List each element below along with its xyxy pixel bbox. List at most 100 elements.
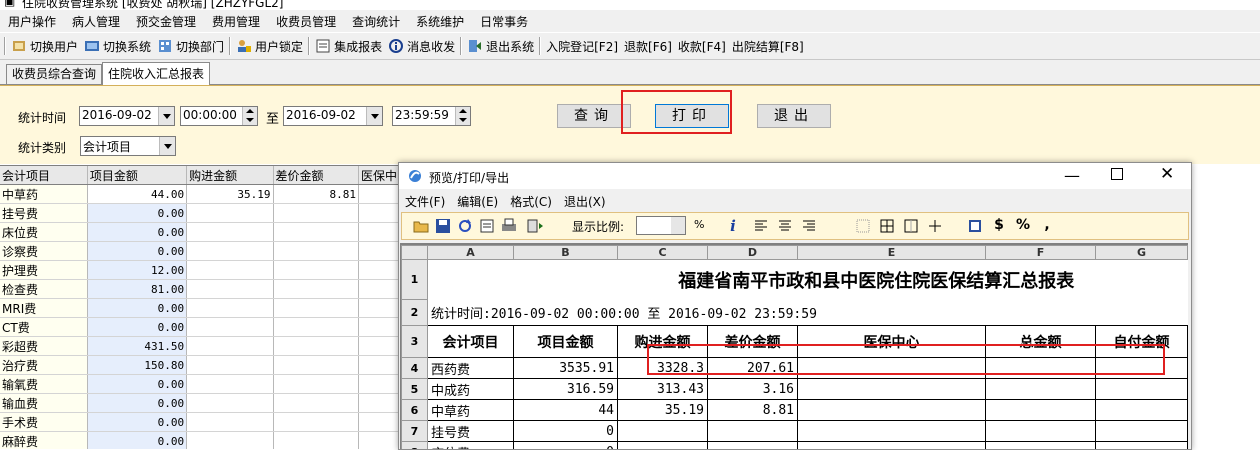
print-preview-icon[interactable] xyxy=(478,217,496,235)
grid-cell[interactable] xyxy=(273,260,359,280)
report-cell[interactable]: 0 xyxy=(513,420,618,442)
table-row[interactable]: 床位费 0.00 xyxy=(0,222,400,242)
grid-cell[interactable] xyxy=(273,279,359,299)
date-from-picker[interactable]: 2016-09-02 xyxy=(79,106,175,126)
chevron-down-icon[interactable] xyxy=(158,107,174,125)
grid-cell[interactable]: 床位费 xyxy=(0,222,88,242)
grid-col-header[interactable]: 项目金额 xyxy=(87,166,188,185)
grid-cell[interactable] xyxy=(186,412,274,432)
grid-cell[interactable] xyxy=(186,374,274,394)
preview-menu-exit[interactable]: 退出(X) xyxy=(558,193,612,210)
grid-cell[interactable]: 44.00 xyxy=(87,184,188,204)
preview-menu-edit[interactable]: 编辑(E) xyxy=(451,193,504,210)
grid-cell[interactable] xyxy=(273,241,359,261)
admission-button[interactable]: 入院登记[F2] xyxy=(543,35,621,57)
grid-cell[interactable]: 输氧费 xyxy=(0,374,88,394)
menu-cashier[interactable]: 收费员管理 xyxy=(268,13,344,30)
grid-cell[interactable] xyxy=(186,298,274,318)
grid-cell[interactable] xyxy=(273,393,359,413)
report-cell[interactable] xyxy=(985,420,1096,442)
menu-daily[interactable]: 日常事务 xyxy=(472,13,536,30)
export-icon[interactable] xyxy=(526,217,544,235)
grid-cell[interactable]: 0.00 xyxy=(87,317,188,337)
grid-cell[interactable] xyxy=(358,336,400,356)
grid-cell[interactable] xyxy=(186,317,274,337)
collect-button[interactable]: 收款[F4] xyxy=(675,35,729,57)
maximize-icon[interactable] xyxy=(1111,168,1123,180)
table-row[interactable]: 输氧费 0.00 xyxy=(0,374,400,394)
report-cell[interactable] xyxy=(985,378,1096,400)
report-cell[interactable] xyxy=(797,420,986,442)
grid-cell[interactable]: 0.00 xyxy=(87,241,188,261)
discharge-settle-button[interactable]: 出院结算[F8] xyxy=(729,35,807,57)
grid-cell[interactable] xyxy=(186,260,274,280)
row-number[interactable]: 6 xyxy=(401,399,428,421)
grid-cell[interactable] xyxy=(273,317,359,337)
grid-cell[interactable] xyxy=(273,203,359,223)
grid-cell[interactable] xyxy=(358,393,400,413)
comma-icon[interactable]: , xyxy=(1038,217,1056,235)
grid-cell[interactable] xyxy=(273,412,359,432)
grid-cell[interactable] xyxy=(186,203,274,223)
grid-cell[interactable] xyxy=(273,355,359,375)
menu-user-ops[interactable]: 用户操作 xyxy=(0,13,64,30)
grid-cell[interactable] xyxy=(358,374,400,394)
grid-cell[interactable]: 0.00 xyxy=(87,222,188,242)
grid-col-header[interactable]: 会计项目 xyxy=(0,166,88,185)
grid-cell[interactable] xyxy=(273,222,359,242)
report-cell[interactable]: 中草药 xyxy=(427,399,514,421)
row-number[interactable]: 7 xyxy=(401,420,428,442)
col-letter[interactable]: C xyxy=(617,245,708,260)
table-row[interactable]: 治疗费 150.80 xyxy=(0,355,400,375)
row-number[interactable]: 4 xyxy=(401,357,428,379)
grid-cell[interactable]: MRI费 xyxy=(0,298,88,318)
grid-cell[interactable] xyxy=(273,431,359,449)
grid-cell[interactable] xyxy=(358,298,400,318)
grid-cell[interactable]: 0.00 xyxy=(87,203,188,223)
tab-cashier-query[interactable]: 收费员综合查询 xyxy=(6,64,103,84)
inner-border-icon[interactable] xyxy=(926,217,944,235)
grid-cell[interactable]: 0.00 xyxy=(87,393,188,413)
summary-grid[interactable]: 会计项目 项目金额 购进金额 差价金额 医保中 中草药 44.00 35.19 8.8… xyxy=(0,165,400,449)
report-cell[interactable]: 3.16 xyxy=(707,378,798,400)
menu-deposit[interactable]: 预交金管理 xyxy=(128,13,204,30)
no-border-icon[interactable] xyxy=(854,217,872,235)
grid-cell[interactable] xyxy=(273,298,359,318)
grid-cell[interactable] xyxy=(186,431,274,449)
grid-cell[interactable] xyxy=(186,393,274,413)
report-cell[interactable]: 中成药 xyxy=(427,378,514,400)
report-cell[interactable]: 挂号费 xyxy=(427,420,514,442)
exit-button[interactable]: 退出 xyxy=(757,104,831,128)
report-cell[interactable] xyxy=(1095,420,1188,442)
chevron-down-icon[interactable] xyxy=(366,107,382,125)
report-cell[interactable]: 35.19 xyxy=(617,399,708,421)
report-cell[interactable] xyxy=(985,399,1096,421)
table-row[interactable]: MRI费 0.00 xyxy=(0,298,400,318)
close-icon[interactable]: ✕ xyxy=(1160,164,1174,184)
grid-cell[interactable] xyxy=(358,184,400,204)
spinner-arrows-icon[interactable] xyxy=(455,107,470,125)
grid-cell[interactable] xyxy=(186,222,274,242)
query-button[interactable]: 查询 xyxy=(557,104,631,128)
grid-col-header[interactable]: 差价金额 xyxy=(273,166,359,185)
table-row[interactable]: 检查费 81.00 xyxy=(0,279,400,299)
grid-cell[interactable]: 150.80 xyxy=(87,355,188,375)
grid-cell[interactable] xyxy=(358,222,400,242)
grid-cell[interactable]: 0.00 xyxy=(87,431,188,449)
minimize-icon[interactable]: — xyxy=(1064,166,1080,185)
report-cell[interactable]: 3535.91 xyxy=(513,357,618,379)
report-button[interactable]: 集成报表 xyxy=(312,35,385,57)
grid-cell[interactable]: 护理费 xyxy=(0,260,88,280)
grid-cell[interactable]: 手术费 xyxy=(0,412,88,432)
date-to-picker[interactable]: 2016-09-02 xyxy=(283,106,383,126)
open-icon[interactable] xyxy=(412,217,430,235)
grid-cell[interactable]: 中草药 xyxy=(0,184,88,204)
spinner-arrows-icon[interactable] xyxy=(242,107,257,125)
grid-cell[interactable] xyxy=(358,260,400,280)
grid-cell[interactable]: 35.19 xyxy=(186,184,274,204)
grid-cell[interactable]: CT费 xyxy=(0,317,88,337)
menu-fees[interactable]: 费用管理 xyxy=(204,13,268,30)
report-cell[interactable]: 316.59 xyxy=(513,378,618,400)
chevron-down-icon[interactable] xyxy=(671,217,685,234)
report-cell[interactable]: 313.43 xyxy=(617,378,708,400)
